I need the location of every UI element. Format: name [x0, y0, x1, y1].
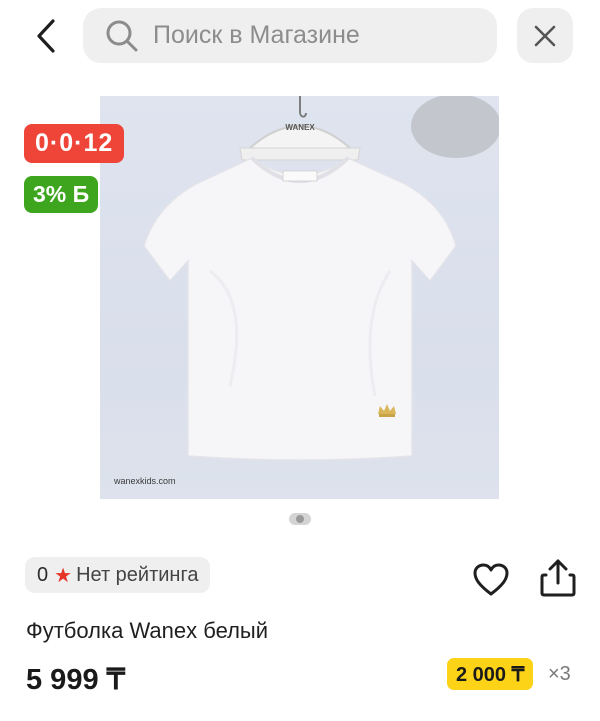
product-title: Футболка Wanex белый: [26, 618, 269, 643]
share-icon: [540, 559, 576, 597]
rating-label: Нет рейтинга: [76, 563, 199, 586]
gallery-pager: [289, 513, 311, 525]
installment-badge: 0·0·12: [24, 124, 125, 163]
monthly-payment-badge[interactable]: 2 000 ₸: [447, 658, 534, 690]
close-icon: [534, 25, 556, 46]
search-placeholder: Поиск в Магазине: [153, 21, 360, 49]
monthly-multiplier: ×3: [548, 663, 571, 685]
back-button[interactable]: [26, 16, 66, 56]
rating-chip[interactable]: 0 ★ Нет рейтинга: [25, 557, 211, 593]
chevron-left-icon: [37, 19, 55, 53]
search-icon: [106, 20, 138, 51]
image-watermark: wanexkids.com: [114, 476, 176, 486]
share-button[interactable]: [538, 557, 578, 599]
tshirt-illustration: WANEX: [143, 96, 499, 461]
hanger-brand-label: WANEX: [285, 123, 315, 132]
close-button[interactable]: [517, 8, 573, 63]
rating-count: 0: [37, 563, 49, 586]
favorite-button[interactable]: [471, 560, 511, 600]
product-image[interactable]: WANEX wanexkids.com: [100, 96, 499, 499]
pager-dot-active: [296, 515, 304, 523]
product-price: 5 999 ₸: [26, 664, 126, 696]
bonus-badge: 3% Б: [24, 176, 99, 213]
search-input[interactable]: Поиск в Магазине: [83, 8, 497, 63]
star-icon: ★: [54, 564, 73, 587]
heart-icon: [473, 563, 509, 596]
top-bar: Поиск в Магазине: [0, 0, 600, 76]
